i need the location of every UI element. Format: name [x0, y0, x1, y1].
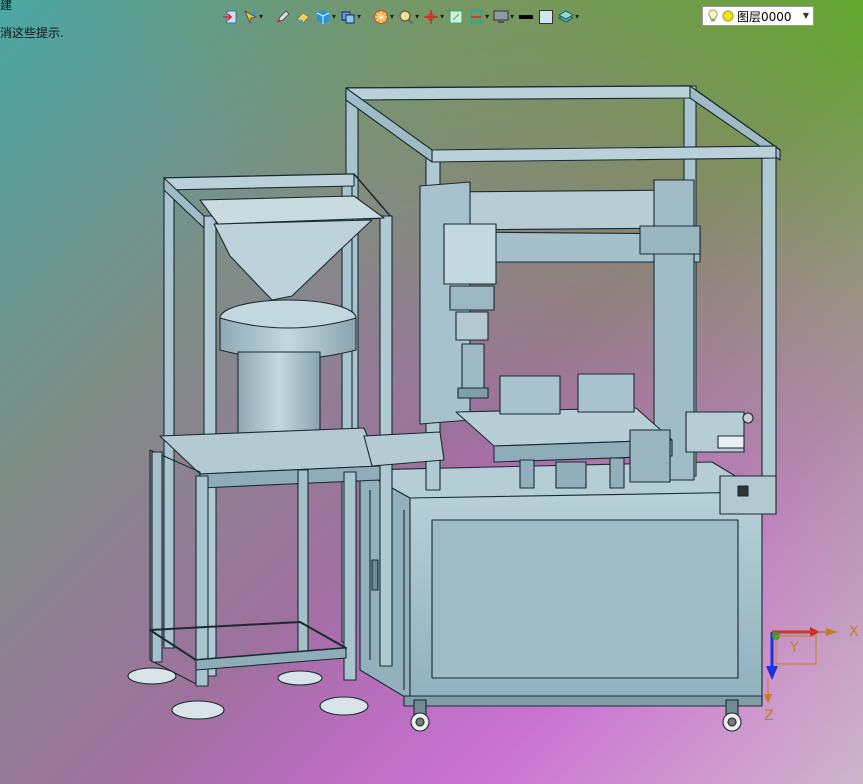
solid-cube-icon	[316, 10, 330, 24]
chevron-down-icon: ▼	[802, 11, 809, 20]
layer-name: 图层0000	[737, 9, 792, 24]
chevron-down-icon: ▾	[415, 12, 420, 21]
3d-viewport[interactable]: 建 消这些提示. ▾ ▾ ▾ ▾ ▾ ▾ ▾ ▾ ▾ 图层0000 ▼ X Y …	[0, 0, 863, 784]
render-sphere-icon	[374, 10, 389, 24]
chevron-down-icon: ▾	[575, 12, 580, 21]
view-cube-button[interactable]: ▾	[340, 7, 361, 27]
chevron-down-icon: ▾	[485, 12, 490, 21]
frame-icon	[449, 10, 463, 24]
layer-stack-icon	[558, 10, 575, 23]
pick-filter-icon	[243, 9, 258, 25]
eraser-icon	[296, 12, 310, 24]
chevron-down-icon: ▾	[259, 12, 264, 21]
hint-text-1: 建	[0, 0, 13, 12]
pen-icon	[277, 10, 290, 23]
lightbulb-icon	[708, 9, 718, 22]
section-icon	[470, 10, 482, 24]
import-arrow-icon	[223, 10, 237, 24]
chevron-down-icon: ▾	[510, 12, 515, 21]
layer-tools-button[interactable]: ▾	[558, 7, 579, 27]
display-button[interactable]: ▾	[493, 7, 514, 27]
pen-button[interactable]	[275, 7, 291, 27]
render-mode-button[interactable]: ▾	[373, 7, 394, 27]
chevron-down-icon: ▾	[390, 12, 395, 21]
machine-model	[127, 85, 781, 732]
pick-filter-button[interactable]: ▾	[242, 7, 263, 27]
view-cube-icon	[341, 11, 355, 24]
axis-pivot-icon	[424, 10, 439, 24]
color-swatch-icon	[539, 10, 554, 24]
hint-text-2: 消这些提示.	[0, 26, 64, 40]
sun-icon	[722, 10, 734, 22]
monitor-icon	[493, 10, 509, 23]
import-button[interactable]	[222, 7, 238, 27]
frame-button[interactable]	[448, 7, 464, 27]
x-axis-label: X	[849, 624, 859, 640]
y-axis-label: Y	[790, 640, 799, 656]
layer-select[interactable]: 图层0000 ▼	[702, 6, 814, 26]
chevron-down-icon: ▾	[440, 12, 445, 21]
z-axis-label: Z	[764, 708, 774, 724]
axis-pivot-button[interactable]: ▾	[423, 7, 444, 27]
solid-cube-button[interactable]: ▾	[315, 7, 336, 27]
eraser-button[interactable]	[295, 7, 311, 27]
axis-triad	[764, 627, 838, 704]
color-swatch-button[interactable]	[538, 7, 554, 27]
view-toolbar: ▾ ▾ ▾ ▾ ▾ ▾ ▾ ▾ ▾	[222, 6, 579, 28]
zoom-icon	[399, 10, 414, 25]
zoom-button[interactable]: ▾	[398, 7, 419, 27]
chevron-down-icon: ▾	[332, 12, 337, 21]
section-button[interactable]: ▾	[468, 7, 489, 27]
chevron-down-icon: ▾	[357, 12, 362, 21]
line-weight-button[interactable]	[518, 7, 534, 27]
line-weight-icon	[519, 15, 534, 19]
